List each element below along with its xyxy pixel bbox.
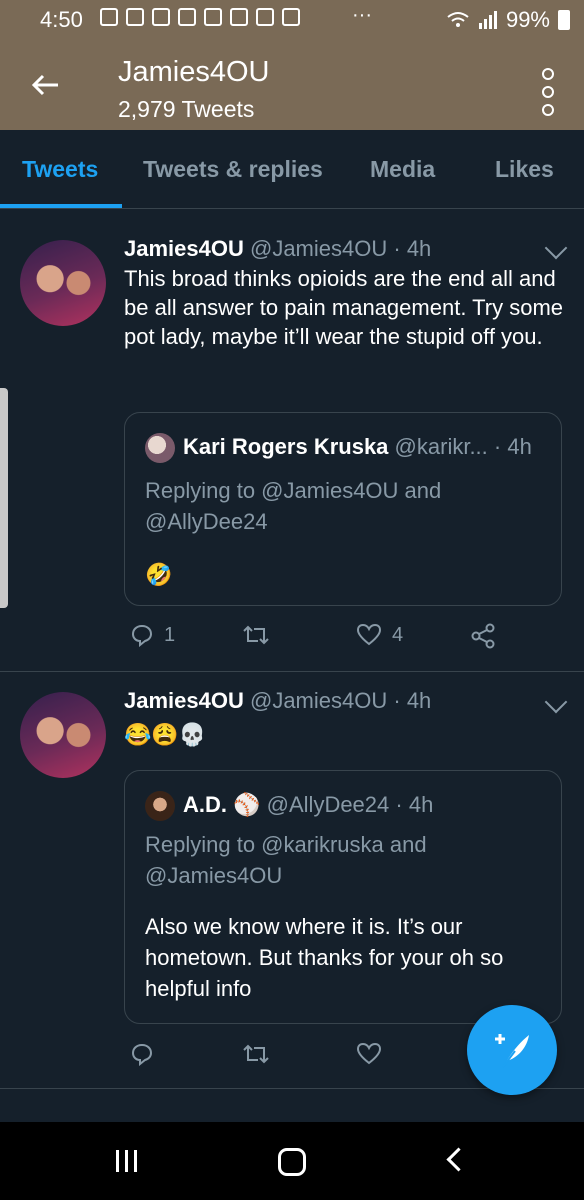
quote-text: Also we know where it is. It’s our homet… bbox=[145, 914, 504, 1001]
back-icon[interactable] bbox=[446, 1147, 471, 1172]
status-bar: 4:50 ··· 99% bbox=[0, 0, 584, 40]
retweet-icon bbox=[243, 625, 269, 645]
reply-button[interactable]: 1 bbox=[130, 623, 175, 647]
quote-time: · 4h bbox=[493, 433, 532, 459]
profile-tabs: Tweets Tweets & replies Media Likes bbox=[0, 130, 584, 209]
reply-button[interactable] bbox=[130, 1042, 154, 1066]
avatar[interactable] bbox=[20, 692, 106, 778]
heart-icon bbox=[356, 623, 382, 646]
heart-icon bbox=[356, 1042, 382, 1065]
chevron-down-icon[interactable] bbox=[544, 690, 568, 714]
retweet-button[interactable] bbox=[242, 623, 270, 647]
quote-header: Kari Rogers Kruska @karikr... · 4h bbox=[145, 433, 532, 463]
quote-author-handle: @AllyDee24 bbox=[266, 791, 390, 817]
compose-feather-icon bbox=[495, 1034, 529, 1068]
wifi-icon bbox=[447, 12, 469, 27]
tweet[interactable]: Jamies4OU @Jamies4OU · 4h This broad thi… bbox=[0, 209, 584, 672]
more-notifications-icon: ··· bbox=[352, 4, 372, 26]
quote-author-handle: @karikr... bbox=[394, 433, 488, 459]
tweet-count: 2,979 Tweets bbox=[118, 96, 255, 122]
avatar bbox=[145, 791, 175, 821]
back-arrow-icon[interactable] bbox=[28, 68, 62, 102]
system-nav-bar bbox=[0, 1122, 584, 1200]
chevron-down-icon[interactable] bbox=[544, 236, 568, 260]
quote-header: A.D. ⚾ @AllyDee24 · 4h bbox=[145, 791, 433, 821]
mail-icon bbox=[152, 8, 170, 26]
battery-percent: 99% bbox=[505, 7, 550, 32]
recents-icon[interactable] bbox=[116, 1150, 137, 1172]
sync-icon bbox=[256, 8, 274, 26]
avatar bbox=[145, 433, 175, 463]
retweet-button[interactable] bbox=[242, 1042, 270, 1066]
replying-to: Replying to @Jamies4OU and @AllyDee24 bbox=[145, 478, 442, 534]
profile-header: Jamies4OU 2,979 Tweets bbox=[0, 40, 584, 130]
avatar[interactable] bbox=[20, 240, 106, 326]
tweet-header: Jamies4OU @Jamies4OU · 4h bbox=[124, 688, 431, 714]
quote-time: · 4h bbox=[395, 791, 434, 817]
tweet-text: 😂😩💀 bbox=[124, 722, 207, 747]
author-handle[interactable]: @Jamies4OU bbox=[250, 688, 387, 713]
compose-tweet-button[interactable] bbox=[467, 1005, 557, 1095]
reply-icon bbox=[131, 1043, 153, 1066]
retweet-icon bbox=[243, 1044, 269, 1064]
mail-icon bbox=[178, 8, 196, 26]
active-tab-indicator bbox=[0, 204, 122, 208]
tab-media[interactable]: Media bbox=[370, 156, 435, 183]
share-icon bbox=[471, 623, 495, 649]
like-button[interactable] bbox=[356, 1042, 382, 1066]
like-count: 4 bbox=[392, 623, 404, 646]
author-name[interactable]: Jamies4OU bbox=[124, 688, 244, 713]
tab-likes[interactable]: Likes bbox=[495, 156, 554, 183]
author-name[interactable]: Jamies4OU bbox=[124, 236, 244, 261]
status-time: 4:50 bbox=[40, 7, 83, 32]
tab-tweets[interactable]: Tweets bbox=[22, 156, 98, 183]
baseball-badge-icon: ⚾ bbox=[233, 791, 261, 817]
alarm-icon bbox=[282, 8, 300, 26]
broom-icon bbox=[126, 8, 144, 26]
share-button[interactable] bbox=[470, 623, 496, 649]
home-icon[interactable] bbox=[278, 1148, 306, 1176]
overflow-menu-icon[interactable] bbox=[542, 68, 554, 116]
author-handle[interactable]: @Jamies4OU bbox=[250, 236, 387, 261]
quote-author-name: Kari Rogers Kruska bbox=[183, 433, 389, 459]
page-title: Jamies4OU bbox=[118, 56, 270, 88]
cast-icon bbox=[100, 8, 118, 26]
reply-icon bbox=[131, 624, 153, 647]
tweet-time: · 4h bbox=[393, 236, 432, 261]
tweet-header: Jamies4OU @Jamies4OU · 4h bbox=[124, 236, 431, 262]
tweet-actions: 1 4 bbox=[130, 623, 570, 653]
tweet-time: · 4h bbox=[393, 688, 432, 713]
tweet-text: This broad thinks opioids are the end al… bbox=[124, 266, 564, 349]
quote-text: 🤣 bbox=[145, 562, 173, 587]
tab-tweets-and-replies[interactable]: Tweets & replies bbox=[143, 156, 323, 183]
gmail-icon bbox=[230, 8, 248, 26]
quoted-tweet[interactable]: Kari Rogers Kruska @karikr... · 4h Reply… bbox=[124, 412, 562, 606]
gmail-icon bbox=[204, 8, 222, 26]
notification-icons bbox=[100, 8, 300, 26]
quote-author-name: A.D. bbox=[183, 791, 227, 817]
battery-icon bbox=[558, 10, 570, 30]
quoted-tweet[interactable]: A.D. ⚾ @AllyDee24 · 4h Replying to @kari… bbox=[124, 770, 562, 1024]
reply-count: 1 bbox=[164, 623, 176, 646]
signal-icon bbox=[478, 11, 497, 29]
like-button[interactable]: 4 bbox=[356, 623, 403, 647]
replying-to: Replying to @karikruska and @Jamies4OU bbox=[145, 832, 427, 888]
